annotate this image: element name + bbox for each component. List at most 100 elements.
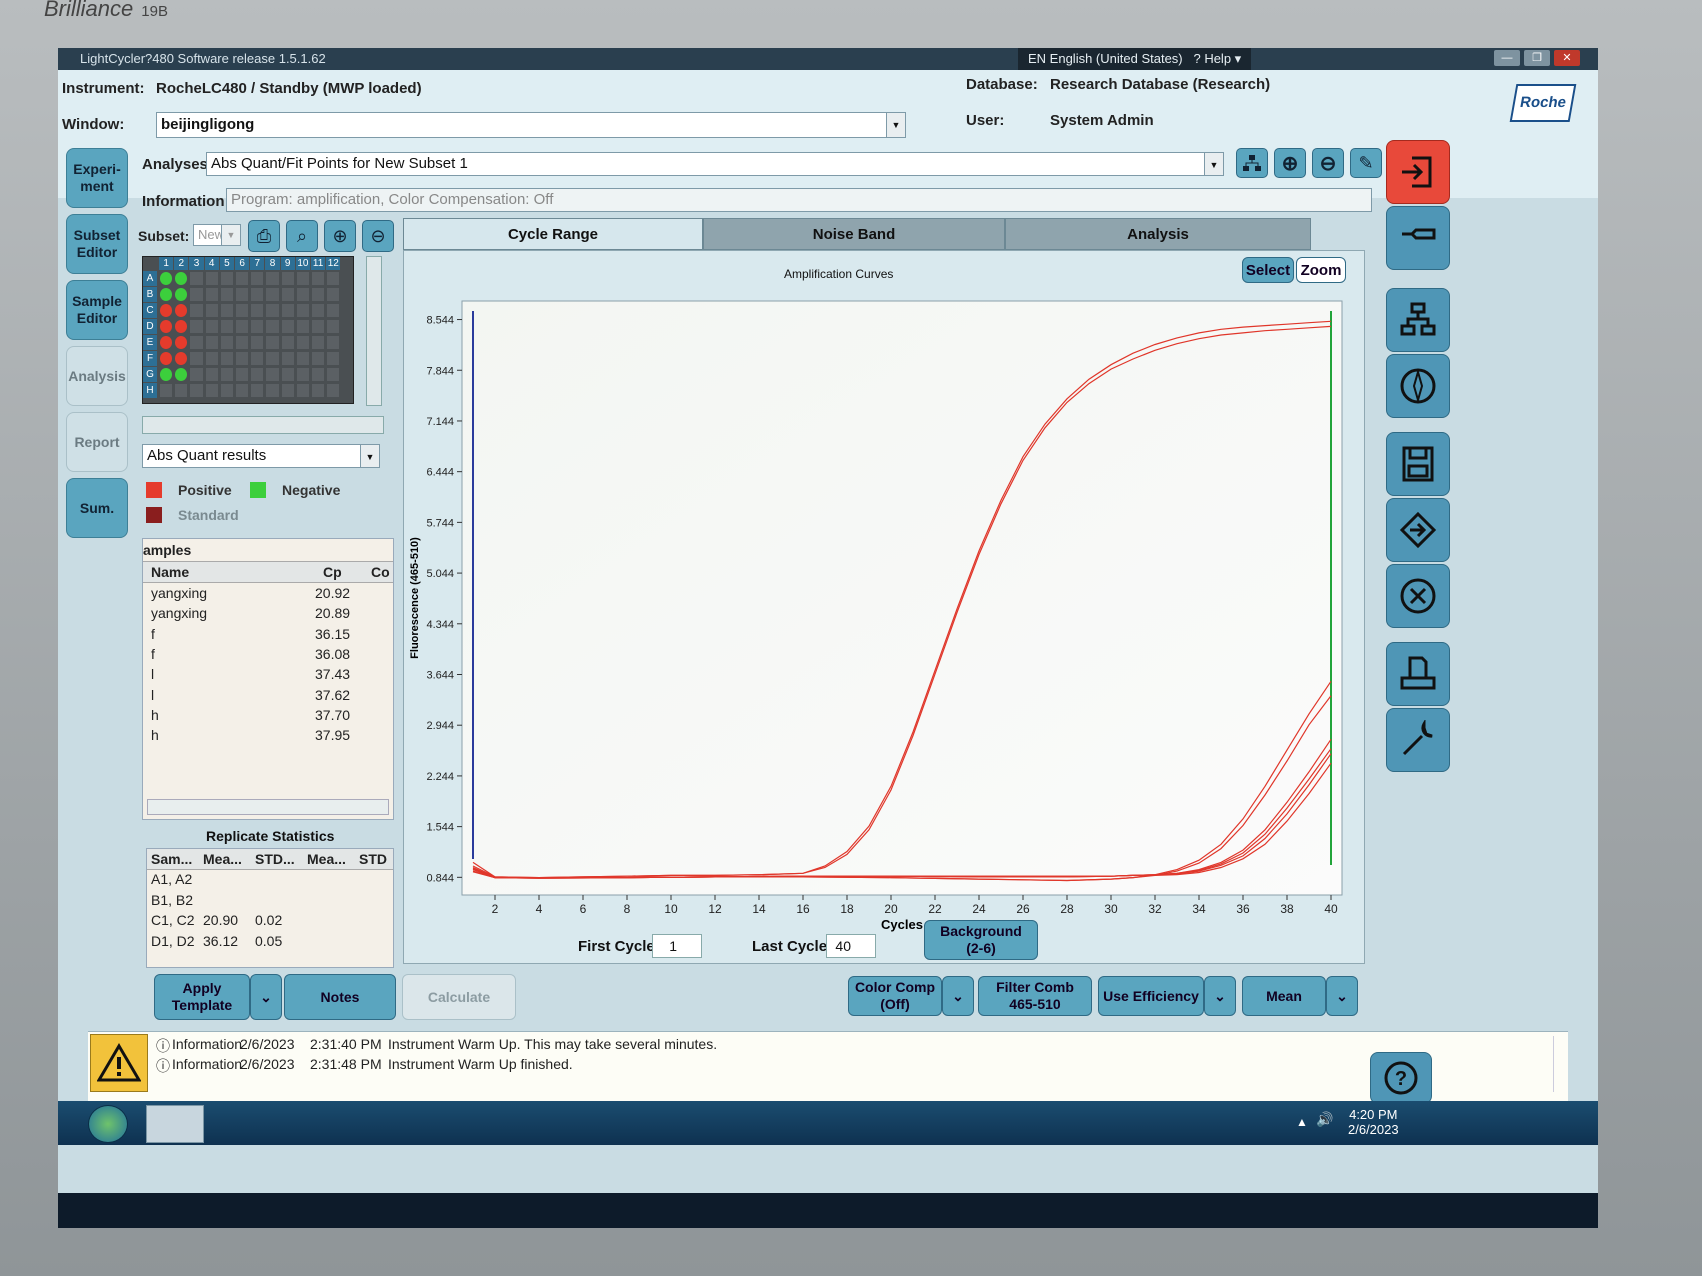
apply-template-dropdown[interactable]: ⌄ <box>250 974 282 1020</box>
plate-well[interactable] <box>205 320 218 333</box>
close-icon[interactable]: ✕ <box>1554 50 1580 66</box>
plate-well[interactable] <box>160 320 173 333</box>
plate-well[interactable] <box>251 336 264 349</box>
background-button[interactable]: Background (2-6) <box>924 920 1038 960</box>
plate-well[interactable] <box>175 336 188 349</box>
window-select[interactable]: beijingligong ▼ <box>156 112 906 138</box>
plate-well[interactable] <box>175 320 188 333</box>
plate-grid[interactable]: 1 2 3 4 5 6 7 8 9 10 11 12 A B C D E F G H <box>142 256 354 404</box>
plate-well[interactable] <box>312 336 325 349</box>
plate-row-header[interactable]: H <box>143 383 157 398</box>
print-button[interactable] <box>1386 642 1450 706</box>
plate-column-header[interactable]: 3 <box>189 257 204 270</box>
plate-well[interactable] <box>220 288 233 301</box>
remove-icon[interactable]: ⊖ <box>1312 148 1344 178</box>
plate-well[interactable] <box>296 368 309 381</box>
plate-well[interactable] <box>175 384 188 397</box>
tab-noise-band[interactable]: Noise Band <box>703 218 1005 250</box>
chevron-down-icon[interactable]: ▼ <box>1204 153 1223 175</box>
nav-sum.-button[interactable]: Sum. <box>66 478 128 538</box>
nav-report-button[interactable]: Report <box>66 412 128 472</box>
table-row[interactable]: yangxing 20.89 <box>143 605 393 625</box>
plate-well[interactable] <box>312 368 325 381</box>
plate-well[interactable] <box>175 288 188 301</box>
plate-well[interactable] <box>296 336 309 349</box>
select-button[interactable]: Select <box>1242 257 1294 283</box>
navigator-button[interactable] <box>1386 288 1450 352</box>
plate-row-header[interactable]: D <box>143 319 157 334</box>
plate-well[interactable] <box>281 368 294 381</box>
plate-well[interactable] <box>266 304 279 317</box>
table-row[interactable]: h 37.70 <box>143 707 393 727</box>
plate-column-header[interactable]: 2 <box>174 257 189 270</box>
filter-comb-button[interactable]: Filter Comb 465-510 <box>978 976 1092 1016</box>
subset-select[interactable]: New ▼ <box>193 224 241 246</box>
plate-well[interactable] <box>190 336 203 349</box>
last-cycle-spinner[interactable]: 40 <box>826 934 876 958</box>
plate-well[interactable] <box>266 336 279 349</box>
column-header-name[interactable]: Name <box>151 564 189 580</box>
plate-row-header[interactable]: A <box>143 271 157 286</box>
plate-well[interactable] <box>251 320 264 333</box>
chevron-down-icon[interactable]: ▼ <box>360 445 379 467</box>
results-select[interactable]: Abs Quant results ▼ <box>142 444 380 468</box>
plate-row-header[interactable]: G <box>143 367 157 382</box>
first-cycle-spinner[interactable]: 1 <box>652 934 702 958</box>
plate-well[interactable] <box>220 304 233 317</box>
table-row[interactable]: l 37.43 <box>143 666 393 686</box>
plate-well[interactable] <box>281 336 294 349</box>
plate-column-header[interactable]: 1 <box>159 257 174 270</box>
plate-well[interactable] <box>220 320 233 333</box>
use-efficiency-dropdown[interactable]: ⌄ <box>1204 976 1236 1016</box>
replicate-column-header[interactable]: Mea... <box>307 851 346 867</box>
plate-well[interactable] <box>266 384 279 397</box>
tab-analysis[interactable]: Analysis <box>1005 218 1311 250</box>
zoom-button[interactable]: Zoom <box>1296 257 1346 283</box>
plate-column-header[interactable]: 11 <box>311 257 326 270</box>
analyses-select[interactable]: Abs Quant/Fit Points for New Subset 1 ▼ <box>206 152 1224 176</box>
plate-well[interactable] <box>175 368 188 381</box>
plate-well[interactable] <box>190 352 203 365</box>
nav-sampleeditor-button[interactable]: Sample Editor <box>66 280 128 340</box>
plate-well[interactable] <box>296 384 309 397</box>
edit-pencil-icon[interactable]: ✎ <box>1350 148 1382 178</box>
plate-well[interactable] <box>281 384 294 397</box>
table-row[interactable]: l 37.62 <box>143 687 393 707</box>
plate-well[interactable] <box>266 320 279 333</box>
plate-well[interactable] <box>220 336 233 349</box>
nav-experiment-button[interactable]: Experi- ment <box>66 148 128 208</box>
column-header-cp[interactable]: Cp <box>323 564 342 580</box>
plate-column-header[interactable]: 9 <box>280 257 295 270</box>
mean-button[interactable]: Mean <box>1242 976 1326 1016</box>
plate-well[interactable] <box>251 368 264 381</box>
plate-well[interactable] <box>312 304 325 317</box>
plate-well[interactable] <box>205 304 218 317</box>
plate-row-header[interactable]: B <box>143 287 157 302</box>
plate-well[interactable] <box>236 336 249 349</box>
plate-well[interactable] <box>296 320 309 333</box>
replicate-column-header[interactable]: STD <box>359 851 387 867</box>
chevron-down-icon[interactable]: ▼ <box>886 113 905 137</box>
plate-well[interactable] <box>281 352 294 365</box>
plate-well[interactable] <box>190 304 203 317</box>
plate-well[interactable] <box>236 288 249 301</box>
plate-well[interactable] <box>160 288 173 301</box>
plate-well[interactable] <box>236 272 249 285</box>
plate-scrollbar[interactable] <box>366 256 382 406</box>
help-menu[interactable]: Help <box>1204 51 1231 66</box>
zoom-out-icon[interactable]: ⊖ <box>362 220 394 252</box>
plate-well[interactable] <box>327 336 340 349</box>
plate-well[interactable] <box>236 368 249 381</box>
plate-well[interactable] <box>175 352 188 365</box>
color-comp-button[interactable]: Color Comp (Off) <box>848 976 942 1016</box>
plate-well[interactable] <box>205 384 218 397</box>
table-row[interactable]: B1, B2 <box>147 892 393 912</box>
plate-well[interactable] <box>190 272 203 285</box>
table-row[interactable]: yangxing 20.92 <box>143 585 393 605</box>
save-button[interactable] <box>1386 432 1450 496</box>
apply-template-button[interactable]: Apply Template <box>154 974 250 1020</box>
samples-horizontal-scrollbar[interactable] <box>147 799 389 815</box>
table-row[interactable]: h 37.95 <box>143 727 393 747</box>
system-clock[interactable]: 4:20 PM 2/6/2023 <box>1348 1107 1399 1137</box>
plate-well[interactable] <box>312 272 325 285</box>
